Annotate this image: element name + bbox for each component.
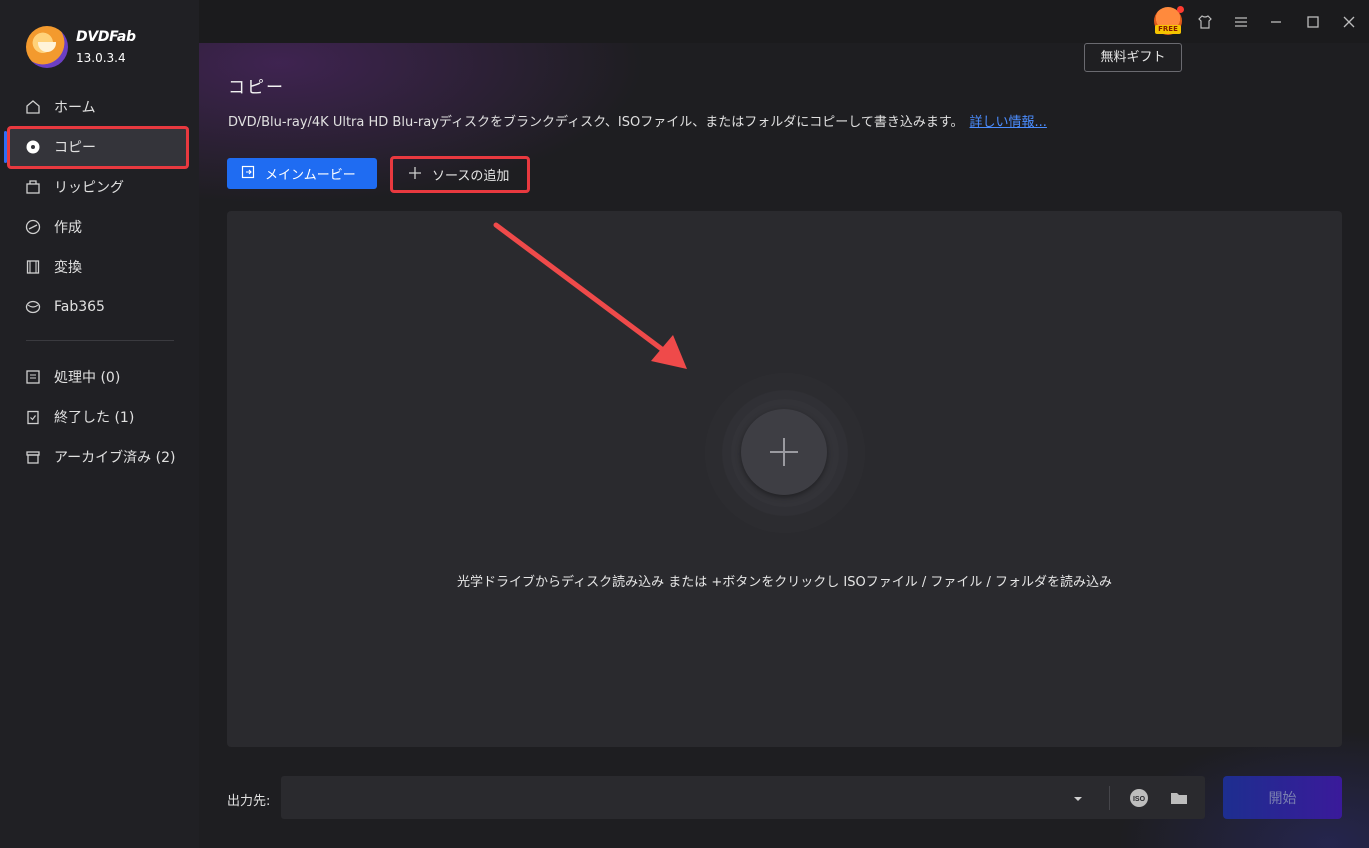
sidebar: DVDFab 13.0.3.4 ホーム コピー リッピング 作成 変換 Fab3…: [0, 0, 199, 848]
dvdfab-mascot-icon: [26, 26, 68, 68]
clipboard-check-icon: [25, 409, 41, 425]
app-version: 13.0.3.4: [76, 51, 126, 65]
disc-icon: [25, 139, 41, 155]
source-drop-area[interactable]: 光学ドライブからディスク読み込み または +ボタンをクリックし ISOファイル …: [227, 211, 1342, 747]
page-title: コピー: [228, 78, 285, 98]
output-path-field[interactable]: ISO: [281, 776, 1205, 819]
main-movie-button[interactable]: メインムービー: [227, 158, 377, 189]
creator-icon: [25, 219, 41, 235]
film-icon: [25, 259, 41, 275]
output-label: 出力先:: [227, 794, 271, 809]
sidebar-divider: [26, 340, 174, 341]
title-bar: FREE: [199, 0, 1369, 43]
start-button[interactable]: 開始: [1223, 776, 1342, 819]
field-divider: [1109, 786, 1110, 810]
sidebar-item-home[interactable]: ホーム: [0, 87, 199, 127]
sidebar-item-label: アーカイブ済み (2): [54, 450, 176, 466]
ripping-icon: [25, 179, 41, 195]
queue-icon: [25, 369, 41, 385]
free-gift-icon[interactable]: FREE: [1154, 6, 1184, 35]
drop-hint-text: 光学ドライブからディスク読み込み または +ボタンをクリックし ISOファイル …: [457, 575, 1112, 590]
page-description: DVD/Blu-ray/4K Ultra HD Blu-rayディスクをブランク…: [228, 111, 1047, 130]
description-text: DVD/Blu-ray/4K Ultra HD Blu-rayディスクをブランク…: [228, 115, 964, 130]
sidebar-item-label: 変換: [54, 260, 82, 276]
sidebar-item-label: 作成: [54, 220, 82, 236]
close-icon[interactable]: [1339, 12, 1359, 32]
sidebar-item-creator[interactable]: 作成: [0, 207, 199, 247]
shirt-icon[interactable]: [1195, 12, 1215, 32]
sidebar-item-label: リッピング: [54, 180, 124, 196]
sidebar-item-ripping[interactable]: リッピング: [0, 167, 199, 207]
sidebar-item-label: Fab365: [54, 299, 105, 315]
iso-icon-label: ISO: [1133, 796, 1146, 803]
menu-icon[interactable]: [1231, 12, 1251, 32]
maximize-icon[interactable]: [1303, 12, 1323, 32]
chevron-down-icon[interactable]: [1071, 791, 1085, 805]
home-icon: [25, 99, 41, 115]
more-info-link[interactable]: 詳しい情報...: [970, 115, 1047, 130]
plus-icon: [408, 166, 422, 184]
add-source-button[interactable]: ソースの追加: [390, 156, 530, 193]
app-logo: DVDFab 13.0.3.4: [26, 26, 136, 68]
main-content: コピー DVD/Blu-ray/4K Ultra HD Blu-rayディスクを…: [199, 43, 1369, 848]
task-nav: 処理中 (0) 終了した (1) アーカイブ済み (2): [0, 357, 199, 477]
sidebar-item-archived[interactable]: アーカイブ済み (2): [0, 437, 199, 477]
iso-icon[interactable]: ISO: [1129, 788, 1149, 812]
sidebar-item-label: 終了した (1): [54, 410, 135, 426]
main-nav: ホーム コピー リッピング 作成 変換 Fab365: [0, 87, 199, 327]
archive-icon: [25, 449, 41, 465]
notification-dot: [1177, 6, 1184, 13]
app-brand: DVDFab: [76, 29, 136, 45]
sidebar-item-label: ホーム: [54, 100, 96, 116]
sidebar-item-label: コピー: [54, 140, 96, 156]
sidebar-item-fab365[interactable]: Fab365: [0, 287, 199, 327]
add-source-label: ソースの追加: [432, 169, 510, 184]
minimize-icon[interactable]: [1266, 12, 1286, 32]
fab365-icon: [25, 299, 41, 315]
sidebar-item-converter[interactable]: 変換: [0, 247, 199, 287]
add-source-plus-button[interactable]: [741, 409, 827, 495]
sidebar-item-finished[interactable]: 終了した (1): [0, 397, 199, 437]
sidebar-item-copy[interactable]: コピー: [4, 127, 189, 167]
mode-switch-icon: [241, 165, 255, 183]
free-gift-tooltip: 無料ギフト: [1084, 43, 1182, 72]
sidebar-item-queue[interactable]: 処理中 (0): [0, 357, 199, 397]
main-movie-label: メインムービー: [265, 168, 356, 183]
large-plus-icon: [770, 438, 798, 466]
sidebar-item-label: 処理中 (0): [54, 370, 121, 386]
folder-icon[interactable]: [1169, 788, 1189, 812]
free-badge-label: FREE: [1155, 25, 1181, 34]
